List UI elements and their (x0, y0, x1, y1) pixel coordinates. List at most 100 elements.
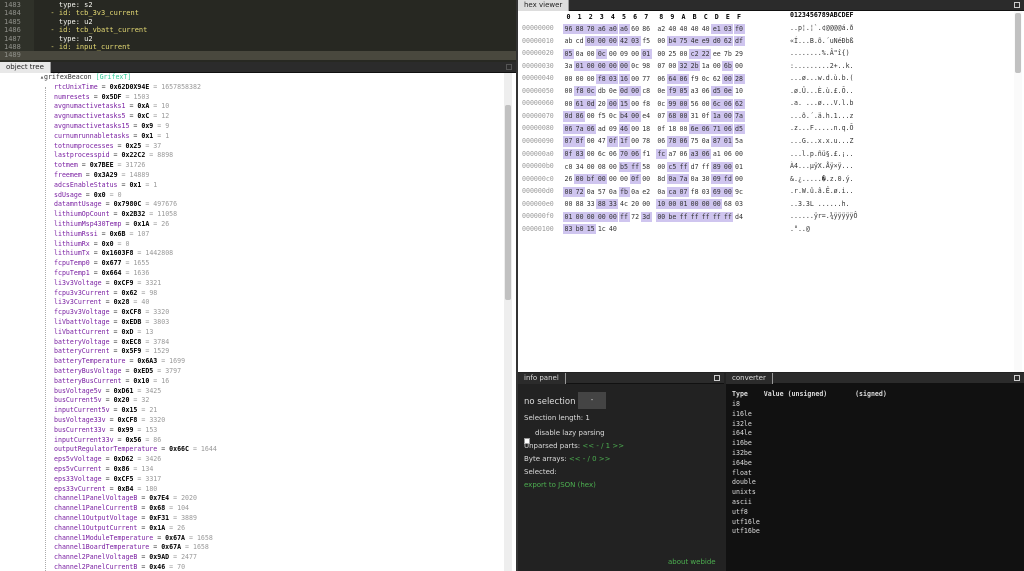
hex-byte[interactable]: ca (666, 186, 678, 197)
hex-byte[interactable]: 0c (607, 111, 618, 121)
hex-byte[interactable]: 62 (722, 36, 734, 47)
hex-byte[interactable]: 62 (733, 98, 745, 109)
hex-byte[interactable]: 75 (678, 36, 689, 47)
hex-byte[interactable]: 00 (722, 186, 734, 197)
hex-byte[interactable]: 69 (711, 186, 723, 197)
hex-scrollbar[interactable] (1014, 11, 1022, 372)
hex-byte[interactable]: 7a (678, 174, 689, 185)
hex-byte[interactable]: 00 (607, 49, 618, 59)
hex-byte[interactable]: 00 (630, 136, 641, 146)
tree-row[interactable]: outputRegulatorTemperature = 0x66C = 164… (54, 445, 516, 455)
hex-byte[interactable]: a0 (607, 23, 619, 34)
hex-byte[interactable]: 00 (655, 211, 667, 222)
hex-byte[interactable]: 00 (734, 149, 745, 159)
hex-byte[interactable]: 72 (630, 212, 641, 222)
hex-byte[interactable]: 00 (585, 136, 596, 146)
scrollbar-thumb[interactable] (1015, 13, 1021, 73)
hex-byte[interactable]: 00 (666, 199, 678, 210)
tab-hex-viewer[interactable]: hex viewer (518, 0, 570, 11)
hex-ascii[interactable]: .r.W.û.â.Ê.ø.i.. (790, 186, 854, 197)
hex-byte[interactable]: 47 (596, 136, 607, 146)
hex-byte[interactable]: 61 (574, 98, 586, 109)
hex-byte[interactable]: f5 (596, 111, 607, 121)
tree-row[interactable]: channel2PanelVoltageB = 0x9AD = 2477 (54, 553, 516, 563)
hex-byte[interactable]: 1a (700, 61, 711, 71)
tree-row[interactable]: eps33vCurrent = 0xB4 = 180 (54, 485, 516, 495)
tree-row[interactable]: busCurrent33v = 0x99 = 153 (54, 426, 516, 436)
hex-byte[interactable]: d5 (711, 86, 723, 97)
hex-byte[interactable]: 00 (596, 61, 608, 72)
hex-byte[interactable]: f9 (666, 86, 678, 97)
hex-byte[interactable]: a2 (656, 24, 667, 34)
hex-byte[interactable]: a7 (667, 149, 678, 159)
hex-byte[interactable]: 0a (700, 136, 711, 146)
hex-byte[interactable]: fb (618, 186, 630, 197)
hex-byte[interactable]: 0f (629, 174, 641, 185)
hex-byte[interactable]: 88 (574, 199, 585, 209)
hex-byte[interactable]: 07 (563, 136, 574, 147)
hex-byte[interactable]: 00 (700, 99, 711, 109)
tree-row[interactable]: fcpuTemp1 = 0x664 = 1636 (54, 269, 516, 279)
hex-byte[interactable]: 00 (722, 111, 734, 122)
tree-row[interactable]: channel1BoardTemperature = 0x67A = 1658 (54, 543, 516, 553)
hex-byte[interactable]: 00 (711, 199, 723, 210)
hex-byte[interactable]: c2 (689, 48, 701, 59)
editor-line[interactable]: 1487 type: u2 (0, 35, 516, 43)
hex-byte[interactable]: 8d (656, 174, 667, 184)
tree-row[interactable]: fcpu3v3Current = 0x62 = 98 (54, 289, 516, 299)
tree-row[interactable]: busVoltage5v = 0xD61 = 3425 (54, 387, 516, 397)
hex-byte[interactable]: 00 (641, 174, 652, 184)
hex-ascii[interactable]: ...õ.´.ä.h.1...z (790, 111, 854, 122)
hex-byte[interactable]: 40 (689, 24, 700, 34)
hex-byte[interactable]: f8 (596, 73, 608, 84)
hex-byte[interactable]: 00 (678, 98, 689, 109)
tree-row[interactable]: batteryVoltage = 0xEC8 = 3784 (54, 338, 516, 348)
hex-byte[interactable]: 57 (596, 187, 607, 197)
hex-byte[interactable]: 00 (711, 61, 722, 71)
hex-ascii[interactable]: ...G...x.x.u...Z (790, 136, 854, 147)
hex-byte[interactable]: a6 (618, 23, 630, 34)
tree-row[interactable]: lithiumRssi = 0x6B = 107 (54, 230, 516, 240)
hex-byte[interactable]: 00 (630, 124, 641, 134)
editor-line[interactable]: 1483 type: s2 (0, 1, 516, 9)
hex-byte[interactable]: 0e (656, 86, 667, 96)
hex-byte[interactable]: 0e (607, 86, 618, 96)
hex-byte[interactable]: 06 (700, 149, 712, 160)
tree-row[interactable]: adcsEnableStatus = 0x1 = 1 (54, 181, 516, 191)
hex-byte[interactable]: d7 (689, 162, 700, 172)
hex-byte[interactable]: 68 (722, 199, 733, 209)
hex-byte[interactable]: b4 (618, 111, 630, 122)
hex-byte[interactable]: 00 (641, 199, 652, 209)
hex-byte[interactable]: 00 (563, 74, 574, 84)
hex-byte[interactable]: 07 (656, 61, 667, 71)
hex-byte[interactable]: 26 (563, 174, 574, 184)
hex-byte[interactable]: 33 (607, 199, 619, 210)
tree-row[interactable]: eps33Voltage = 0xCF5 = 3317 (54, 475, 516, 485)
hex-byte[interactable]: 68 (666, 111, 678, 122)
hex-byte[interactable]: 0a (689, 174, 700, 184)
hex-byte[interactable]: 10 (734, 86, 745, 96)
hex-byte[interactable]: 00 (607, 98, 619, 109)
hex-byte[interactable]: 00 (700, 199, 712, 210)
hex-byte[interactable]: 00 (574, 211, 586, 222)
hex-byte[interactable]: 32 (678, 61, 689, 72)
tree-row[interactable]: eps5vCurrent = 0x86 = 134 (54, 465, 516, 475)
hex-byte[interactable]: 60 (630, 24, 641, 34)
tree-row[interactable]: fcpu3v3Voltage = 0xCF8 = 3320 (54, 308, 516, 318)
hex-byte[interactable]: 00 (585, 61, 597, 72)
export-json-link[interactable]: export to JSON (524, 481, 575, 489)
hex-byte[interactable]: 0a (607, 187, 618, 197)
hex-byte[interactable]: 70 (618, 149, 630, 160)
hex-byte[interactable]: 0c (656, 99, 667, 109)
hex-byte[interactable]: 9c (734, 187, 745, 197)
hex-byte[interactable]: 0a (666, 174, 678, 185)
hex-byte[interactable]: cd (574, 36, 585, 46)
hex-byte[interactable]: c5 (666, 161, 678, 172)
hex-byte[interactable]: 18 (667, 124, 678, 134)
hex-byte[interactable]: 0f (607, 136, 619, 147)
hex-byte[interactable]: 99 (666, 98, 678, 109)
hex-byte[interactable]: 2b (689, 61, 701, 72)
hex-byte[interactable]: 88 (596, 199, 608, 210)
tree-row[interactable]: liVbattVoltage = 0xEDB = 3803 (54, 318, 516, 328)
hex-byte[interactable]: ff (629, 161, 641, 172)
